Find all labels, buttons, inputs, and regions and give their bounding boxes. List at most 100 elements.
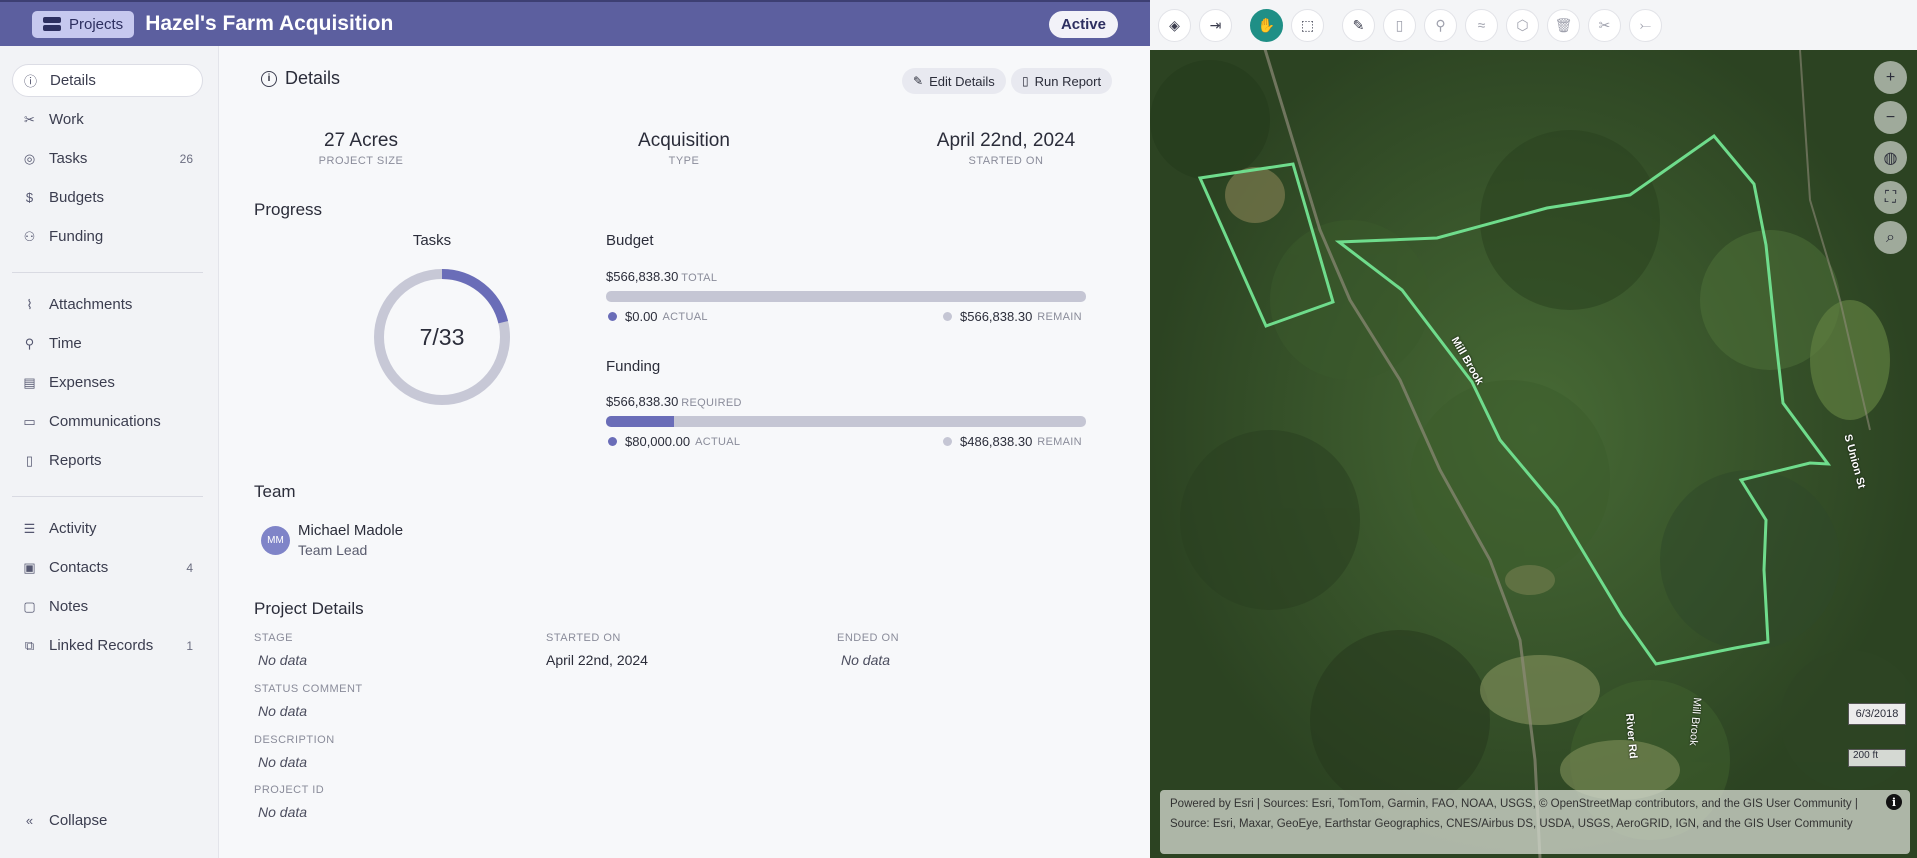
sidebar-item-label: Attachments [49,296,133,313]
tools-icon: ✂ [24,111,35,127]
sidebar-item-label: Work [49,111,84,128]
details-heading: i Details [261,68,340,89]
sidebar-item-label: Tasks [49,150,88,167]
sidebar-item-details[interactable]: ⓘ Details [12,64,203,97]
sidebar-item-label: Contacts [49,559,109,576]
stat-label: PROJECT SIZE [318,155,404,167]
sidebar-item-work[interactable]: ✂ Work [12,103,203,136]
projects-button[interactable]: Projects [32,10,135,38]
draw-polygon-icon[interactable]: ⬡ [1506,8,1539,42]
funding-remain: $486,838.30 REMAIN [943,434,1082,449]
run-report-label: Run Report [1034,73,1102,89]
user-clock-icon: ⚲ [24,335,35,351]
stat-value: Acquisition [638,130,730,151]
info-icon: ⓘ [23,74,37,89]
project-title: Hazel's Farm Acquisition [145,12,394,35]
funding-required: $566,838.30 REQUIRED [606,394,742,409]
export-icon[interactable]: ⇥ [1199,8,1232,42]
layers-icon[interactable]: ◈ [1158,8,1191,42]
activity-list-icon: ☰ [23,520,36,536]
sidebar-item-notes[interactable]: ▢ Notes [12,590,203,623]
dollar-icon: $ [25,190,34,205]
delete-icon[interactable]: 🗑 [1547,8,1580,42]
zoom-out-icon[interactable]: − [1874,101,1907,134]
budget-title: Budget [606,232,654,249]
description-value: No data [258,754,308,770]
sidebar-item-activity[interactable]: ☰ Activity [12,512,203,545]
description-label: DESCRIPTION [254,734,335,746]
budget-actual-label: ACTUAL [662,310,708,323]
projects-button-label: Projects [69,15,124,33]
budget-actual-value: $0.00 [625,309,658,324]
check-circle-icon: ◎ [23,150,36,166]
sidebar-divider [12,272,203,273]
sidebar-item-tasks[interactable]: ◎ Tasks 26 [12,142,203,175]
info-icon: i [261,70,277,87]
pin-icon[interactable]: ⚲ [1424,8,1457,42]
merge-icon[interactable]: ⤚ [1629,8,1662,42]
sidebar-item-label: Reports [49,452,102,469]
ended-on-value: No data [841,652,891,668]
status-badge[interactable]: Active [1048,10,1118,38]
sidebar-item-label: Linked Records [49,637,154,654]
sidebar-item-expenses[interactable]: ▤ Expenses [12,366,203,399]
sidebar-item-budgets[interactable]: $ Budgets [12,181,203,214]
tasks-chart-title: Tasks [412,232,452,249]
sidebar-item-communications[interactable]: ▭ Communications [12,405,203,438]
note-icon: ▢ [23,598,36,614]
funding-required-value: $566,838.30 [606,394,679,409]
sidebar-item-contacts[interactable]: ▣ Contacts 4 [12,551,203,584]
stage-label: STAGE [254,632,293,644]
budget-progress-bar [606,291,1086,302]
cut-icon[interactable]: ✂ [1588,8,1621,42]
sidebar: ⓘ Details ✂ Work ◎ Tasks 26 $ Budgets ⚇ … [0,46,219,858]
receipt-icon: ▤ [23,374,36,390]
sidebar-item-label: Funding [49,228,104,245]
budget-total: $566,838.30 TOTAL [606,269,717,284]
sidebar-item-reports[interactable]: ▯ Reports [12,444,203,477]
sidebar-item-label: Details [50,72,96,89]
budget-remain-label: REMAIN [1037,310,1082,323]
funding-remain-label: REMAIN [1037,435,1082,448]
sidebar-item-funding[interactable]: ⚇ Funding [12,220,203,253]
sidebar-item-label: Budgets [49,189,105,206]
funding-remain-value: $486,838.30 [960,434,1033,449]
search-icon[interactable]: ⌕ [1874,221,1907,254]
add-file-icon[interactable]: ▯ [1383,8,1416,42]
member-name[interactable]: Michael Madole [298,522,403,539]
run-report-button[interactable]: ▯ Run Report [1011,68,1113,94]
edit-icon[interactable]: ✎ [1342,8,1375,42]
linked-records-icon: ⧉ [24,637,35,653]
legend-dot [608,312,617,321]
started-on-value: April 22nd, 2024 [546,652,648,668]
sidebar-item-linked-records[interactable]: ⧉ Linked Records 1 [12,629,203,662]
details-panel: i Details ✎ Edit Details ▯ Run Report 27… [220,46,1150,858]
collapse-button[interactable]: « Collapse [12,804,203,837]
map-view[interactable] [1150,0,1917,858]
avatar[interactable]: MM [261,526,290,555]
edit-details-button[interactable]: ✎ Edit Details [902,68,1006,94]
funding-required-label: REQUIRED [681,397,742,409]
legend-dot [608,437,617,446]
zoom-in-icon[interactable]: + [1874,61,1907,94]
pan-hand-icon[interactable]: ✋ [1250,8,1283,42]
funding-actual-label: ACTUAL [695,435,741,448]
budget-total-value: $566,838.30 [606,269,679,284]
select-box-icon[interactable]: ⬚ [1291,8,1324,42]
hand-coins-icon: ⚇ [23,228,36,244]
stat-value: 27 Acres [324,130,398,151]
globe-icon[interactable]: ◍ [1874,141,1907,174]
sidebar-item-label: Expenses [49,374,115,391]
fullscreen-icon[interactable]: ⛶ [1874,181,1907,214]
chat-icon: ▭ [23,413,36,429]
draw-line-icon[interactable]: ≈ [1465,8,1498,42]
ended-on-label: ENDED ON [837,632,900,644]
budget-total-label: TOTAL [681,272,718,284]
progress-heading: Progress [254,200,323,219]
sidebar-item-attachments[interactable]: ⌇ Attachments [12,288,203,321]
projects-icon [43,17,61,31]
info-icon[interactable]: i [1886,794,1902,810]
sidebar-item-time[interactable]: ⚲ Time [12,327,203,360]
report-icon: ▯ [1022,74,1029,88]
stat-label: STARTED ON [968,155,1044,167]
